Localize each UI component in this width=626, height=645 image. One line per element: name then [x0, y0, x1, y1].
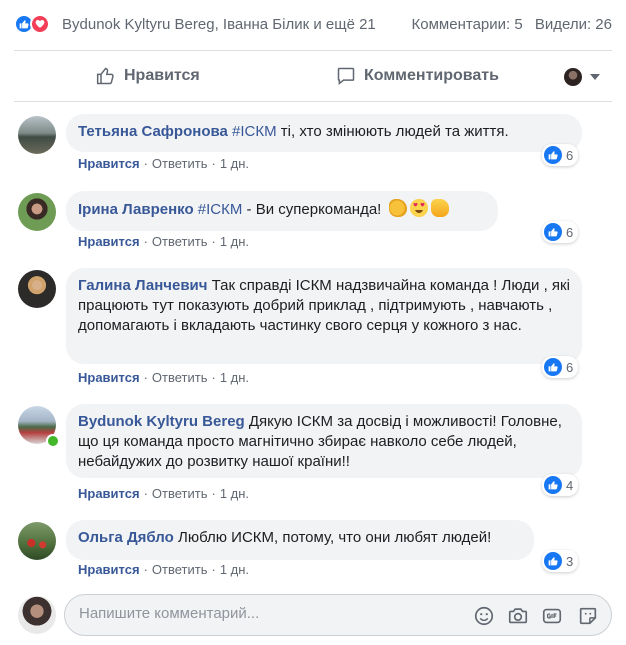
like-reaction-icon	[544, 358, 562, 376]
avatar[interactable]	[18, 270, 56, 308]
comment-button-label: Комментировать	[364, 67, 499, 84]
separator-dot: ·	[211, 370, 216, 385]
comment-timestamp[interactable]: 1 дн.	[220, 486, 249, 501]
comment-text: - Ви суперкоманда!	[242, 201, 382, 218]
thumbs-up-icon	[96, 67, 114, 85]
comment-reply-link[interactable]: Ответить	[152, 234, 208, 249]
sticker-icon[interactable]	[577, 605, 599, 627]
reaction-icons[interactable]	[14, 14, 50, 34]
gif-icon[interactable]	[541, 605, 563, 627]
comment-actions: Нравится · Ответить · 1 дн.	[78, 562, 249, 577]
chevron-down-icon	[590, 74, 600, 80]
like-reaction-icon	[544, 146, 562, 164]
reaction-count: 6	[566, 147, 574, 163]
reaction-count-badge[interactable]: 4	[542, 474, 579, 496]
separator-dot: ·	[143, 234, 148, 249]
comment-timestamp[interactable]: 1 дн.	[220, 234, 249, 249]
separator-dot: ·	[211, 156, 216, 171]
comment-reply-link[interactable]: Ответить	[152, 562, 208, 577]
separator-dot: ·	[143, 486, 148, 501]
comment-text: ті, хто змінюють людей та життя.	[276, 123, 509, 140]
comment-reply-link[interactable]: Ответить	[152, 370, 208, 385]
separator-dot: ·	[211, 486, 216, 501]
reaction-count-badge[interactable]: 6	[542, 356, 579, 378]
camera-icon[interactable]	[507, 605, 529, 627]
comment-like-link[interactable]: Нравится	[78, 486, 140, 501]
post-action-bar: Нравится Комментировать	[0, 52, 626, 100]
reaction-count-badge[interactable]: 6	[542, 221, 579, 243]
comment-author[interactable]: Ірина Лавренко	[78, 201, 194, 218]
comment-author[interactable]: Галина Ланчевич	[78, 277, 207, 294]
comment-reply-link[interactable]: Ответить	[152, 486, 208, 501]
comment-bubble: Ольга Дябло Люблю ИСКМ, потому, что они …	[66, 520, 534, 560]
avatar[interactable]	[18, 522, 56, 560]
separator-dot: ·	[211, 234, 216, 249]
comment-author[interactable]: Тетьяна Сафронова	[78, 123, 228, 140]
post-stats: Комментарии: 5 Видели: 26	[412, 16, 612, 33]
comment-actions: Нравится · Ответить · 1 дн.	[78, 370, 249, 385]
comment-bubble: Галина Ланчевич Так справді ІСКМ надзвич…	[66, 268, 582, 364]
comment-composer[interactable]: Напишите комментарий...	[64, 594, 612, 636]
comment-author[interactable]: Bydunok Kyltyru Bereg	[78, 413, 245, 430]
clapping-hands-emoji	[388, 199, 407, 217]
thumbs-up-emoji	[430, 199, 449, 217]
comment-author[interactable]: Ольга Дябло	[78, 529, 174, 546]
comment-bubble: Ірина Лавренко #ІСКМ - Ви суперкоманда!	[66, 191, 498, 231]
comment-reply-link[interactable]: Ответить	[152, 156, 208, 171]
like-reaction-icon	[544, 223, 562, 241]
avatar[interactable]	[18, 116, 56, 154]
comment-like-link[interactable]: Нравится	[78, 370, 140, 385]
avatar	[564, 68, 582, 86]
separator-dot: ·	[143, 156, 148, 171]
react-as-selector[interactable]	[564, 68, 600, 86]
comment-button[interactable]: Комментировать	[336, 66, 499, 86]
like-reaction-icon	[544, 476, 562, 494]
divider	[14, 101, 612, 102]
comment-actions: Нравится · Ответить · 1 дн.	[78, 234, 249, 249]
reactors-text[interactable]: Bydunok Kyltyru Bereg, Іванна Білик и ещ…	[62, 16, 376, 33]
comment-actions: Нравится · Ответить · 1 дн.	[78, 156, 249, 171]
separator-dot: ·	[143, 562, 148, 577]
reaction-count: 6	[566, 359, 574, 375]
online-status-dot	[46, 434, 60, 448]
like-button-label: Нравится	[124, 67, 200, 84]
comments-count[interactable]: Комментарии: 5	[412, 16, 523, 33]
comment-bubble-icon	[337, 67, 355, 86]
separator-dot: ·	[143, 370, 148, 385]
reaction-count-badge[interactable]: 6	[542, 144, 579, 166]
heart-eyes-emoji	[409, 199, 428, 217]
love-reaction-icon	[30, 14, 50, 34]
hashtag-link[interactable]: #ІСКМ	[232, 123, 277, 140]
comment-bubble: Тетьяна Сафронова #ІСКМ ті, хто змінюють…	[66, 114, 582, 152]
divider	[14, 50, 612, 51]
comment-timestamp[interactable]: 1 дн.	[220, 370, 249, 385]
comment-actions: Нравится · Ответить · 1 дн.	[78, 486, 249, 501]
reaction-count: 6	[566, 224, 574, 240]
views-count[interactable]: Видели: 26	[535, 16, 612, 33]
reaction-count-badge[interactable]: 3	[542, 550, 579, 572]
emoji-icon[interactable]	[473, 605, 495, 627]
avatar	[18, 596, 56, 634]
comment-input[interactable]: Напишите комментарий...	[79, 605, 259, 622]
comment-like-link[interactable]: Нравится	[78, 156, 140, 171]
comment-like-link[interactable]: Нравится	[78, 562, 140, 577]
comment-like-link[interactable]: Нравится	[78, 234, 140, 249]
post-summary-bar: Bydunok Kyltyru Bereg, Іванна Білик и ещ…	[0, 0, 626, 50]
avatar[interactable]	[18, 193, 56, 231]
reaction-count: 3	[566, 553, 574, 569]
comment-timestamp[interactable]: 1 дн.	[220, 156, 249, 171]
comment-timestamp[interactable]: 1 дн.	[220, 562, 249, 577]
reaction-count: 4	[566, 477, 574, 493]
comment-bubble: Bydunok Kyltyru Bereg Дякую ІСКМ за досв…	[66, 404, 582, 478]
like-button[interactable]: Нравится	[96, 66, 200, 86]
hashtag-link[interactable]: #ІСКМ	[198, 201, 243, 218]
separator-dot: ·	[211, 562, 216, 577]
comment-text: Люблю ИСКМ, потому, что они любят людей!	[173, 529, 492, 546]
like-reaction-icon	[544, 552, 562, 570]
